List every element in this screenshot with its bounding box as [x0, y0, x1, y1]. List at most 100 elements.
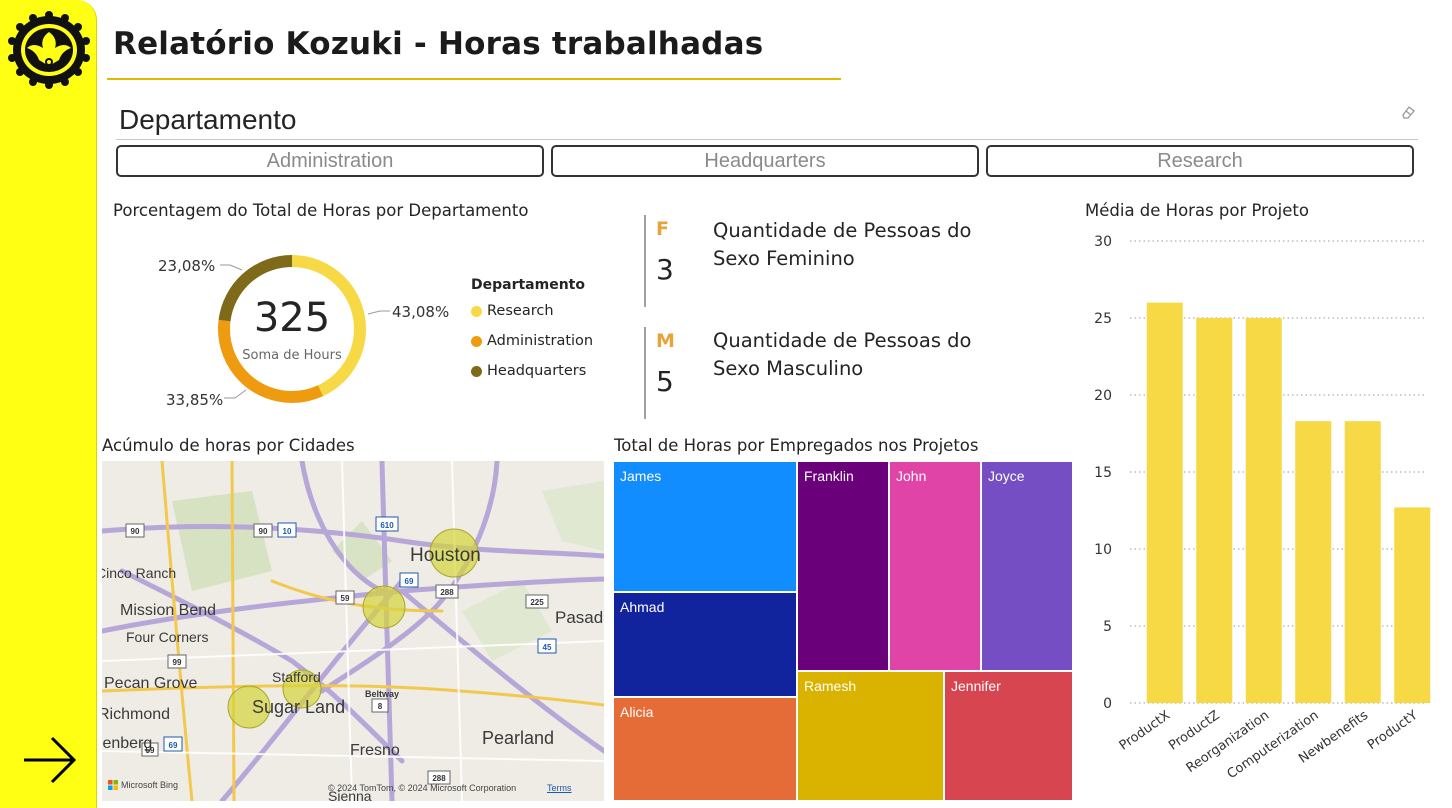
- bubble-map[interactable]: 90 90 10 610 69 59 288 225 45 99 8 59 69…: [102, 461, 604, 801]
- treemap-tile-john[interactable]: John: [889, 461, 981, 671]
- x-tick-label-productx: ProductX: [1117, 708, 1173, 754]
- treemap: James Ahmad Alicia Franklin John Joyce R…: [613, 461, 1073, 801]
- card-male-value: 5: [656, 365, 674, 398]
- bar-productx[interactable]: [1146, 302, 1183, 703]
- x-tick-label-computerization: Computerization: [1225, 708, 1322, 782]
- x-tick-label-producty: ProductY: [1365, 708, 1421, 753]
- svg-text:10: 10: [283, 527, 292, 536]
- microsoft-logo-icon: [108, 780, 118, 790]
- legend-label-headquarters: Headquarters: [487, 363, 587, 379]
- treemap-tile-james[interactable]: James: [613, 461, 797, 592]
- legend-item-administration[interactable]: Administration: [471, 333, 593, 349]
- svg-text:288: 288: [440, 588, 454, 597]
- bar-chart-title: Média de Horas por Projeto: [1085, 201, 1309, 220]
- map-copyright: © 2024 TomTom, © 2024 Microsoft Corporat…: [328, 783, 517, 793]
- legend-dot-administration: [471, 335, 482, 347]
- slicer-option-headquarters[interactable]: Headquarters: [551, 145, 979, 177]
- bar-newbenefits[interactable]: [1344, 421, 1381, 703]
- map-bubble-2[interactable]: [362, 585, 406, 629]
- map-bing-text: Microsoft Bing: [121, 780, 179, 790]
- map-label-stafford: Stafford: [272, 669, 321, 685]
- svg-text:90: 90: [259, 527, 268, 536]
- map-label-beltway: Beltway: [365, 689, 400, 699]
- treemap-tile-joyce[interactable]: Joyce: [981, 461, 1073, 671]
- x-tick-label-reorganization: Reorganization: [1184, 708, 1272, 776]
- donut-label-headquarters: 23,08%: [158, 257, 215, 275]
- map-label-richmond: Richmond: [102, 706, 171, 723]
- y-tick-label-10: 10: [1094, 542, 1112, 558]
- card-male-accent-bar: [644, 327, 646, 419]
- svg-text:225: 225: [530, 598, 544, 607]
- donut-center-value: 325: [254, 295, 330, 341]
- map-title: Acúmulo de horas por Cidades: [102, 436, 355, 455]
- donut-chart-title: Porcentagem do Total de Horas por Depart…: [113, 201, 529, 220]
- legend-dot-research: [471, 305, 482, 317]
- donut-label-administration: 33,85%: [166, 391, 223, 409]
- card-male-label: Quantidade de Pessoas do Sexo Masculino: [713, 329, 972, 380]
- svg-text:45: 45: [543, 643, 552, 652]
- bar-reorganization[interactable]: [1245, 318, 1282, 703]
- card-female-accent-bar: [644, 215, 646, 307]
- treemap-tile-ramesh[interactable]: Ramesh: [797, 671, 944, 801]
- sidebar: [0, 0, 97, 808]
- page-title: Relatório Kozuki - Horas trabalhadas: [113, 26, 764, 62]
- svg-text:99: 99: [173, 658, 182, 667]
- legend-item-headquarters[interactable]: Headquarters: [471, 363, 586, 379]
- svg-text:8: 8: [378, 702, 383, 711]
- y-tick-label-15: 15: [1094, 465, 1112, 481]
- donut-leader-2308: [220, 264, 243, 271]
- card-female-label: Quantidade de Pessoas do Sexo Feminino: [713, 219, 972, 270]
- map-bing-credit: Microsoft Bing: [108, 780, 178, 790]
- map-label-sugar-land: Sugar Land: [252, 697, 346, 717]
- legend-item-research[interactable]: Research: [471, 303, 554, 319]
- map-label-fresno: Fresno: [350, 742, 400, 759]
- map-terms-link[interactable]: Terms: [547, 783, 572, 793]
- map-label-rosenberg: Rosenberg: [102, 735, 153, 752]
- y-tick-label-25: 25: [1094, 311, 1112, 327]
- treemap-tile-franklin[interactable]: Franklin: [797, 461, 889, 671]
- bar-producty[interactable]: [1394, 507, 1431, 703]
- title-underline: [107, 78, 841, 80]
- svg-text:69: 69: [405, 577, 414, 586]
- svg-text:90: 90: [131, 527, 140, 536]
- y-tick-label-30: 30: [1094, 234, 1112, 250]
- svg-text:288: 288: [432, 774, 446, 783]
- clear-selections-eraser-icon[interactable]: [1400, 104, 1416, 120]
- slicer-divider: [116, 139, 1418, 140]
- kozuki-crest-logo: [8, 11, 90, 89]
- treemap-tile-ahmad[interactable]: Ahmad: [613, 592, 797, 697]
- bar-chart: 051015202530ProductXProductZReorganizati…: [1094, 234, 1431, 782]
- slicer-option-administration[interactable]: Administration: [116, 145, 544, 177]
- donut-center-label: Soma de Hours: [242, 348, 342, 363]
- map-label-four-corners: Four Corners: [126, 629, 209, 645]
- treemap-tile-jennifer[interactable]: Jennifer: [944, 671, 1073, 801]
- map-label-houston: Houston: [410, 545, 481, 566]
- map-label-pearland: Pearland: [482, 728, 555, 748]
- donut-leader-3385: [224, 389, 247, 399]
- donut-label-research: 43,08%: [392, 303, 449, 321]
- slicer-title: Departamento: [119, 104, 297, 135]
- y-tick-label-0: 0: [1103, 696, 1112, 712]
- y-tick-label-20: 20: [1094, 388, 1112, 404]
- donut-leader-43: [367, 310, 390, 315]
- card-male-letter: M: [656, 330, 675, 352]
- card-female-value: 3: [656, 253, 674, 286]
- treemap-tile-alicia[interactable]: Alicia: [613, 697, 797, 801]
- map-label-pecan-grove: Pecan Grove: [104, 675, 198, 692]
- bar-productz[interactable]: [1196, 318, 1233, 703]
- legend-label-research: Research: [487, 303, 554, 319]
- card-female-letter: F: [656, 218, 669, 240]
- map-label-cinco-ranch: Cinco Ranch: [102, 565, 177, 581]
- donut-legend-title: Departamento: [471, 277, 585, 293]
- y-tick-label-5: 5: [1103, 619, 1112, 635]
- map-label-pasadena: Pasadena: [555, 608, 604, 627]
- legend-label-administration: Administration: [487, 333, 594, 349]
- bar-computerization[interactable]: [1295, 421, 1332, 703]
- svg-text:610: 610: [380, 521, 394, 530]
- svg-text:59: 59: [341, 594, 350, 603]
- legend-dot-headquarters: [471, 365, 482, 377]
- treemap-title: Total de Horas por Empregados nos Projet…: [614, 436, 979, 455]
- next-page-arrow-icon[interactable]: [22, 732, 78, 788]
- slicer-option-research[interactable]: Research: [986, 145, 1414, 177]
- svg-text:69: 69: [169, 741, 178, 750]
